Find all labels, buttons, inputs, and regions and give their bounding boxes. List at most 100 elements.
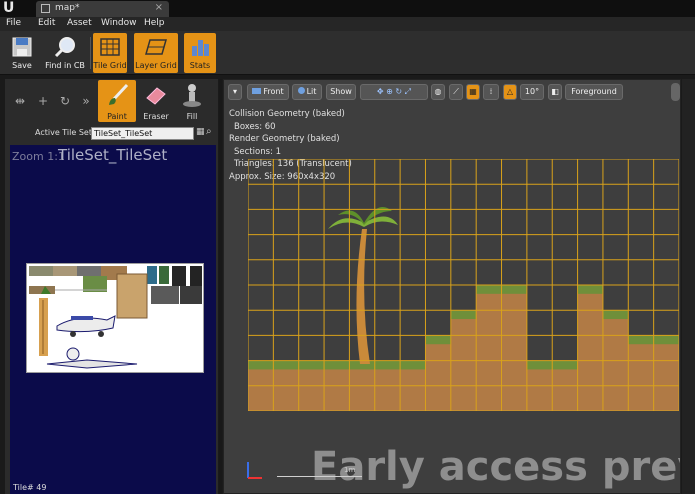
transform-icon[interactable]: ⇹ (14, 95, 26, 107)
fill-tool-button[interactable]: Fill (173, 80, 211, 122)
tile-grid-icon (100, 38, 120, 56)
rotate-widget-icon[interactable]: ⊕ (386, 87, 393, 96)
grid-size-button[interactable]: ⁞ (483, 84, 499, 100)
chevron-down-icon: ▾ (232, 87, 237, 96)
stats-line: Sections: 1 (234, 146, 281, 157)
rotation-snap-toggle[interactable]: △ (503, 84, 517, 100)
ground-tile (298, 385, 325, 411)
view-mode-button[interactable]: Front (247, 84, 289, 100)
tab-title: map* (55, 3, 80, 13)
viewport-options-button[interactable]: ▾ (228, 84, 242, 100)
scale-bar (277, 476, 362, 477)
translate-icon[interactable]: ✥ (377, 87, 384, 96)
menu-help[interactable]: Help (144, 18, 165, 28)
tile-grid-toggle[interactable]: Tile Grid (93, 33, 127, 73)
ground-tile-soil (526, 369, 553, 386)
ground-tile (628, 385, 654, 411)
save-icon (12, 37, 32, 57)
menu-asset[interactable]: Asset (67, 18, 92, 28)
document-tab[interactable]: map* × (36, 1, 169, 17)
title-bar: U map* × (0, 0, 695, 17)
lighting-mode-button[interactable]: Lit (292, 84, 322, 100)
menu-window[interactable]: Window (101, 18, 137, 28)
brush-icon (109, 83, 129, 105)
stats-line: Render Geometry (baked) (229, 134, 340, 145)
layer-selector[interactable]: Foreground (565, 84, 623, 100)
ground-tile (450, 385, 477, 411)
ground-tile-soil (298, 369, 325, 386)
move-icon[interactable]: + (37, 95, 49, 107)
menu-file[interactable]: File (6, 18, 21, 28)
panel-splitter[interactable] (219, 79, 222, 494)
ground-tile (602, 385, 629, 411)
map-asset-icon (41, 4, 50, 13)
lit-sphere-icon (297, 87, 305, 94)
grid-icon[interactable]: ▦ (196, 127, 205, 137)
ground-tile-soil (324, 369, 350, 386)
ground-tile (501, 385, 527, 411)
axis-gizmo-icon (247, 462, 262, 479)
search-icon[interactable]: ⌕ (206, 126, 212, 137)
grid-snap-icon: ▦ (469, 87, 477, 96)
ground-tile-soil (425, 344, 451, 361)
layer-grid-toggle[interactable]: Layer Grid (134, 33, 178, 73)
tile-map-grid[interactable] (248, 159, 679, 411)
stats-toggle[interactable]: Stats (184, 33, 216, 73)
eraser-icon (146, 87, 166, 105)
eraser-tool-button[interactable]: Eraser (137, 80, 175, 122)
zoom-level: Zoom 1:1 (12, 150, 65, 163)
maximize-icon[interactable]: ⤢ (405, 87, 411, 96)
grid-snap-toggle[interactable]: ▦ (466, 84, 480, 100)
menu-edit[interactable]: Edit (38, 18, 55, 28)
ground-tiles (248, 285, 679, 411)
stats-label: Stats (189, 61, 211, 70)
ground-tile (425, 385, 451, 411)
find-in-content-browser-button[interactable]: Find in CB (43, 33, 87, 73)
ground-tile (450, 360, 477, 386)
viewport-scrollbar[interactable] (671, 83, 680, 101)
tile-set-texture[interactable] (26, 263, 204, 373)
ground-tile (425, 360, 451, 386)
grid-size-icon: ⁞ (489, 87, 493, 96)
unreal-logo-icon: U (3, 0, 15, 16)
active-tile-set-picker[interactable]: TileSet_TileSet (91, 127, 194, 140)
tile-palette-panel: ⇹ + ↻ » Paint Eraser Fill Active Tile Se… (5, 79, 218, 494)
details-panel-edge[interactable] (682, 79, 695, 494)
ground-tile-soil (374, 369, 401, 386)
expand-chevron-icon[interactable]: » (80, 95, 92, 107)
menu-bar: File Edit Asset Window Help (0, 17, 695, 31)
early-access-watermark: Early access preview (311, 444, 680, 490)
ground-tile-soil (476, 293, 502, 311)
save-label: Save (12, 61, 32, 70)
close-icon[interactable]: × (155, 2, 163, 13)
ground-tile (653, 385, 679, 411)
ground-tile-soil (273, 369, 299, 386)
ground-tile (653, 360, 679, 386)
ground-tile (324, 385, 350, 411)
ground-tile-soil (450, 319, 477, 336)
ground-tile (501, 335, 527, 361)
paint-tool-button[interactable]: Paint (98, 80, 136, 122)
tile-grid-label: Tile Grid (93, 61, 127, 70)
scale-widget-icon[interactable]: ↻ (395, 87, 402, 96)
rotate-icon[interactable]: ↻ (59, 95, 71, 107)
save-button[interactable]: Save (7, 33, 37, 73)
surface-snap-button[interactable]: ⟋ (449, 84, 463, 100)
ground-tile (400, 385, 426, 411)
selected-tile-number: Tile# 49 (13, 483, 47, 492)
level-viewport[interactable]: ▾ Front Lit Show ✥ ⊕ ↻ ⤢ ◍ ⟋ ▦ ⁞ △ 10° ◧… (223, 79, 681, 494)
tile-set-viewport[interactable]: Zoom 1:1 TileSet_TileSet Tile# 49 (10, 145, 216, 494)
tile-set-sprites (27, 264, 203, 372)
rotation-snap-value[interactable]: 10° (520, 84, 544, 100)
ground-tile-soil (628, 344, 654, 361)
ground-tile (577, 360, 603, 386)
layer-visibility-button[interactable]: ◧ (548, 84, 562, 100)
ground-tile (577, 335, 603, 361)
show-flags-button[interactable]: Show (326, 84, 356, 100)
tile-set-name: TileSet_TileSet (58, 146, 168, 164)
find-in-cb-label: Find in CB (45, 61, 85, 70)
scale-label: 1m (344, 466, 356, 474)
world-local-toggle[interactable]: ◍ (431, 84, 445, 100)
ground-tile (349, 385, 375, 411)
layer-grid-icon (145, 39, 167, 55)
